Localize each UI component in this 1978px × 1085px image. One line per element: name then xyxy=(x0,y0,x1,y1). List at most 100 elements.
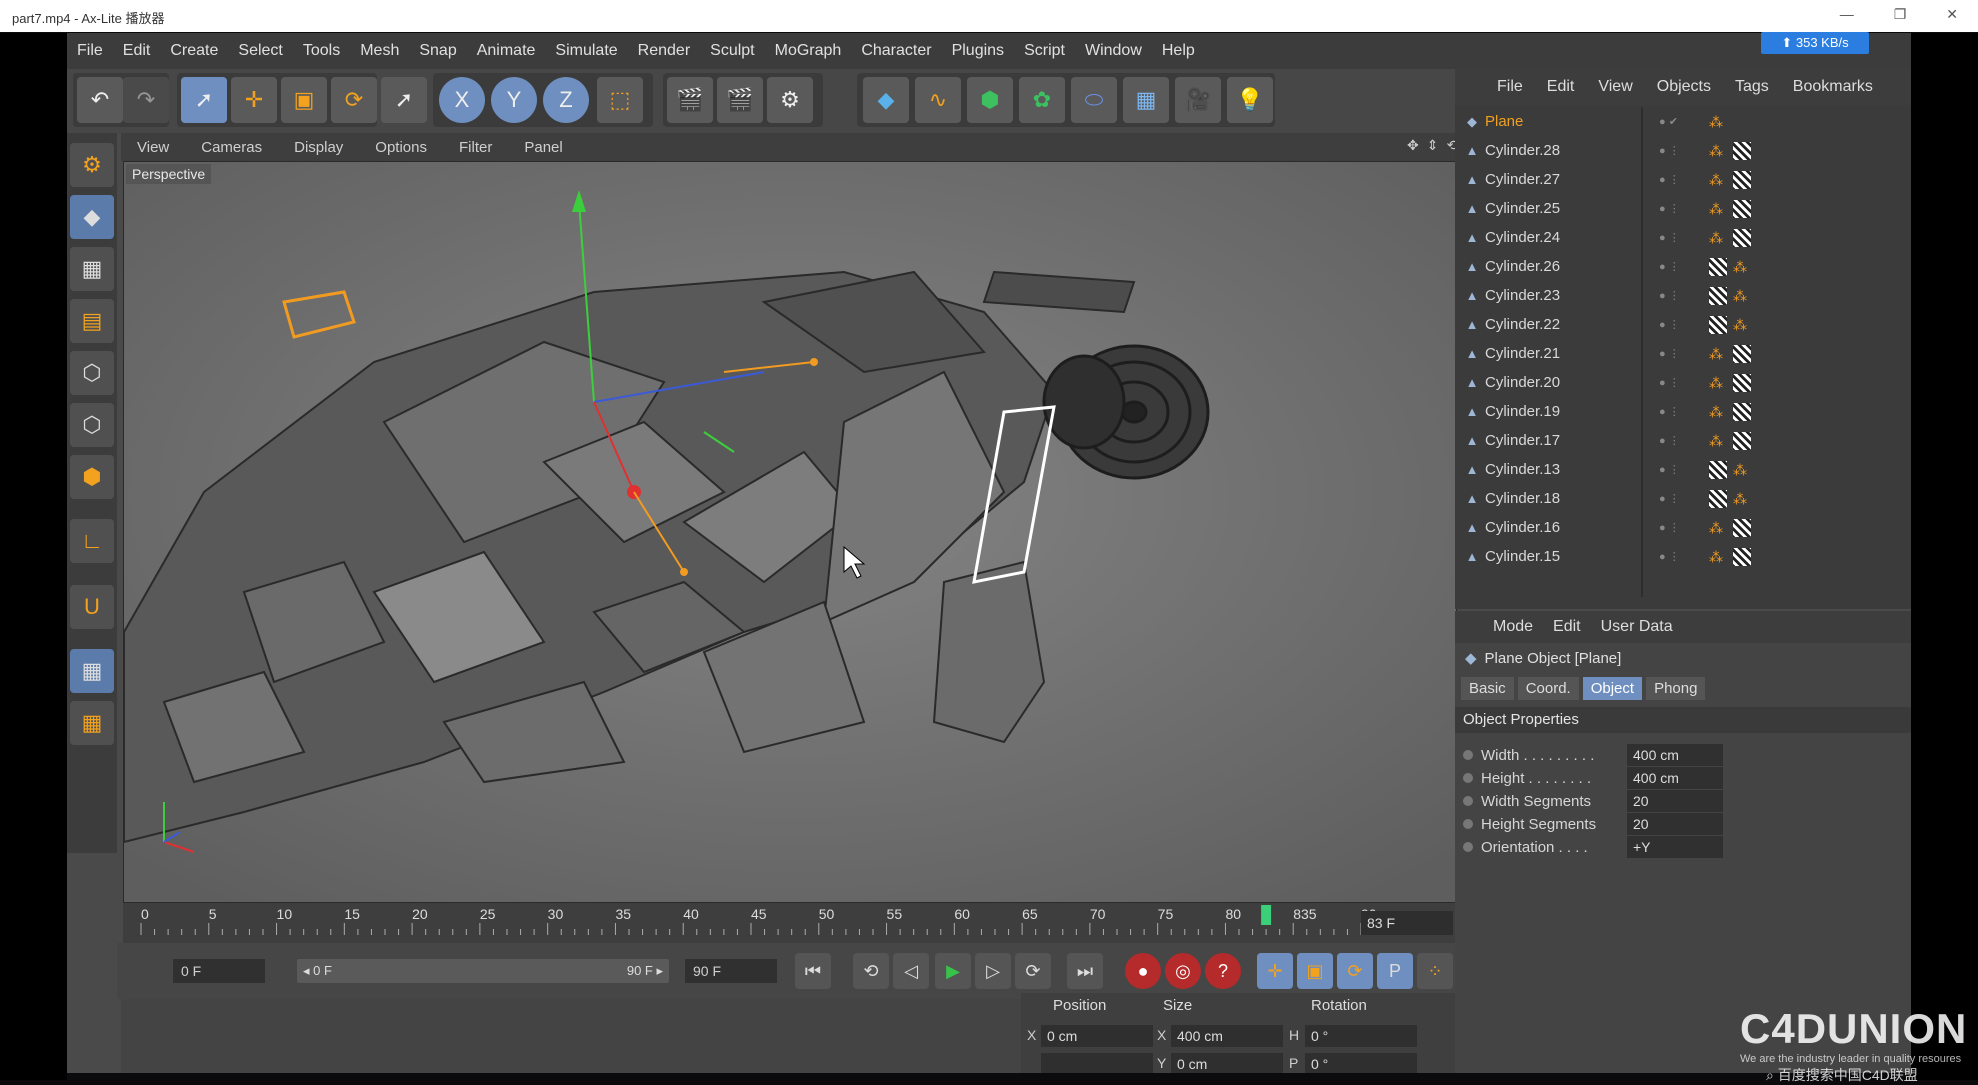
object-name[interactable]: Cylinder.24 xyxy=(1485,229,1635,246)
property-value-field[interactable]: 20 xyxy=(1627,790,1723,812)
object-name[interactable]: Plane xyxy=(1485,113,1635,130)
menu-render[interactable]: Render xyxy=(628,42,700,60)
object-name[interactable]: Cylinder.13 xyxy=(1485,461,1635,478)
object-name[interactable]: Cylinder.27 xyxy=(1485,171,1635,188)
animate-dot-icon[interactable] xyxy=(1463,773,1473,783)
go-to-start-icon[interactable]: ⏮ xyxy=(795,953,831,989)
phong-tag-icon[interactable]: ⁂ xyxy=(1709,229,1727,247)
texture-tag-icon[interactable] xyxy=(1733,402,1751,421)
viewport-menu-panel[interactable]: Panel xyxy=(508,139,578,156)
tab-object[interactable]: Object xyxy=(1582,677,1643,700)
menu-help[interactable]: Help xyxy=(1152,42,1205,60)
om-menu-tags[interactable]: Tags xyxy=(1723,78,1781,96)
object-row[interactable]: ▲ Cylinder.19 ● ⋮ ⁂ xyxy=(1459,397,1911,426)
size-y-field[interactable]: 0 cm xyxy=(1171,1053,1283,1073)
next-key-icon[interactable]: ⟳ xyxy=(1015,953,1051,989)
render-view-icon[interactable]: 🎬 xyxy=(667,77,713,123)
object-name[interactable]: Cylinder.19 xyxy=(1485,403,1635,420)
render-picture-viewer-icon[interactable]: 🎬 xyxy=(717,77,763,123)
property-value-field[interactable]: +Y xyxy=(1627,836,1723,858)
minimize-icon[interactable]: — xyxy=(1840,6,1854,23)
object-row[interactable]: ▲ Cylinder.17 ● ⋮ ⁂ xyxy=(1459,426,1911,455)
texture-tag-icon[interactable] xyxy=(1709,315,1727,334)
object-row[interactable]: ▲ Cylinder.28 ● ⋮ ⁂ xyxy=(1459,136,1911,165)
object-name[interactable]: Cylinder.16 xyxy=(1485,519,1635,536)
object-row[interactable]: ▲ Cylinder.21 ● ⋮ ⁂ xyxy=(1459,339,1911,368)
am-menu-mode[interactable]: Mode xyxy=(1483,618,1543,636)
undo-icon[interactable]: ↶ xyxy=(77,77,123,123)
axis-mode-icon[interactable]: ∟ xyxy=(70,519,114,563)
phong-tag-icon[interactable]: ⁂ xyxy=(1733,316,1751,334)
light-icon[interactable]: 💡 xyxy=(1227,77,1273,123)
am-menu-edit[interactable]: Edit xyxy=(1543,618,1591,636)
go-to-end-icon[interactable]: ⏭ xyxy=(1067,953,1103,989)
menu-simulate[interactable]: Simulate xyxy=(545,42,627,60)
object-name[interactable]: Cylinder.15 xyxy=(1485,548,1635,565)
object-name[interactable]: Cylinder.25 xyxy=(1485,200,1635,217)
phong-tag-icon[interactable]: ⁂ xyxy=(1709,142,1727,160)
timeline-playhead[interactable] xyxy=(1261,905,1272,925)
live-select-icon[interactable]: ➚ xyxy=(381,77,427,123)
object-row[interactable]: ▲ Cylinder.26 ● ⋮ ⁂ xyxy=(1459,252,1911,281)
visibility-dots-icon[interactable]: ● ⋮ xyxy=(1659,202,1680,215)
texture-tag-icon[interactable] xyxy=(1733,518,1751,537)
object-row[interactable]: ▲ Cylinder.13 ● ⋮ ⁂ xyxy=(1459,455,1911,484)
keyframe-selection-icon[interactable]: ? xyxy=(1205,953,1241,989)
menu-sculpt[interactable]: Sculpt xyxy=(700,42,764,60)
spline-icon[interactable]: ∿ xyxy=(915,77,961,123)
pos-x-field[interactable]: 0 cm xyxy=(1041,1025,1153,1047)
om-menu-file[interactable]: File xyxy=(1485,78,1535,96)
scale-tool-icon[interactable]: ▣ xyxy=(281,77,327,123)
property-value-field[interactable]: 20 xyxy=(1627,813,1723,835)
rot-p-field[interactable]: 0 ° xyxy=(1305,1053,1417,1073)
phong-tag-icon[interactable]: ⁂ xyxy=(1709,171,1727,189)
end-frame-field[interactable]: 90 F xyxy=(685,959,777,983)
lock-workplane-icon[interactable]: ▦ xyxy=(70,649,114,693)
model-mode-icon[interactable]: ◆ xyxy=(70,195,114,239)
points-mode-icon[interactable]: ⬡ xyxy=(70,351,114,395)
polygons-mode-icon[interactable]: ⬢ xyxy=(70,455,114,499)
phong-tag-icon[interactable]: ⁂ xyxy=(1709,548,1727,566)
am-menu-user-data[interactable]: User Data xyxy=(1591,618,1683,636)
menu-edit[interactable]: Edit xyxy=(113,42,161,60)
visibility-dots-icon[interactable]: ● ⋮ xyxy=(1659,492,1680,505)
object-row[interactable]: ▲ Cylinder.23 ● ⋮ ⁂ xyxy=(1459,281,1911,310)
object-name[interactable]: Cylinder.18 xyxy=(1485,490,1635,507)
nurbs-icon[interactable]: ⬢ xyxy=(967,77,1013,123)
animate-dot-icon[interactable] xyxy=(1463,750,1473,760)
record-active-icon[interactable]: ● xyxy=(1125,953,1161,989)
make-editable-icon[interactable]: ⚙ xyxy=(70,143,114,187)
visibility-dots-icon[interactable]: ● ⋮ xyxy=(1659,434,1680,447)
viewport-menu-options[interactable]: Options xyxy=(359,139,443,156)
object-row[interactable]: ◆ Plane ● ✔ ⁂ xyxy=(1459,107,1911,136)
object-row[interactable]: ▲ Cylinder.24 ● ⋮ ⁂ xyxy=(1459,223,1911,252)
floor-scene-icon[interactable]: ▦ xyxy=(1123,77,1169,123)
menu-mograph[interactable]: MoGraph xyxy=(765,42,852,60)
object-name[interactable]: Cylinder.21 xyxy=(1485,345,1635,362)
om-menu-objects[interactable]: Objects xyxy=(1645,78,1723,96)
phong-tag-icon[interactable]: ⁂ xyxy=(1709,113,1727,131)
menu-character[interactable]: Character xyxy=(851,42,941,60)
play-icon[interactable]: ▶ xyxy=(935,953,971,989)
key-position-icon[interactable]: ✛ xyxy=(1257,953,1293,989)
phong-tag-icon[interactable]: ⁂ xyxy=(1709,403,1727,421)
menu-plugins[interactable]: Plugins xyxy=(942,42,1014,60)
object-name[interactable]: Cylinder.23 xyxy=(1485,287,1635,304)
coordinate-system-icon[interactable]: ⬚ xyxy=(597,77,643,123)
rot-h-field[interactable]: 0 ° xyxy=(1305,1025,1417,1047)
select-tool-icon[interactable]: ➚ xyxy=(181,77,227,123)
pan-view-icon[interactable]: ✥ xyxy=(1407,137,1419,154)
menu-window[interactable]: Window xyxy=(1075,42,1152,60)
key-pla-icon[interactable]: ⁘ xyxy=(1417,953,1453,989)
z-axis-button[interactable]: Z xyxy=(543,77,589,123)
visibility-dots-icon[interactable]: ● ✔ xyxy=(1659,115,1678,128)
visibility-dots-icon[interactable]: ● ⋮ xyxy=(1659,550,1680,563)
animate-dot-icon[interactable] xyxy=(1463,842,1473,852)
object-row[interactable]: ▲ Cylinder.22 ● ⋮ ⁂ xyxy=(1459,310,1911,339)
visibility-dots-icon[interactable]: ● ⋮ xyxy=(1659,289,1680,302)
edges-mode-icon[interactable]: ⬡ xyxy=(70,403,114,447)
zoom-view-icon[interactable]: ⇕ xyxy=(1427,137,1439,154)
menu-animate[interactable]: Animate xyxy=(467,42,546,60)
om-menu-bookmarks[interactable]: Bookmarks xyxy=(1781,78,1885,96)
texture-tag-icon[interactable] xyxy=(1733,170,1751,189)
